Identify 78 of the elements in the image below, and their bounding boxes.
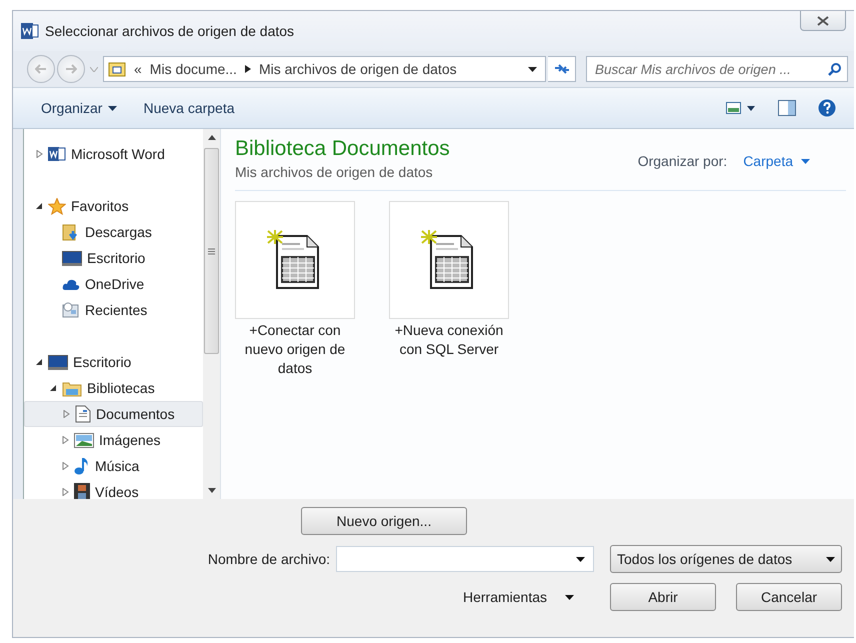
tree-item[interactable]: Escritorio xyxy=(24,245,203,271)
file-thumbnail[interactable] xyxy=(235,201,355,319)
dropdown-arrow-icon xyxy=(826,556,835,562)
tree-item[interactable]: Música xyxy=(24,453,203,479)
tree-item[interactable]: Escritorio xyxy=(24,349,203,375)
tree-item[interactable]: Documentos xyxy=(24,401,203,427)
monitor-icon xyxy=(48,354,68,370)
library-subtitle: Mis archivos de origen de datos xyxy=(235,164,434,180)
file-thumbnail[interactable] xyxy=(389,201,509,319)
file-type-dropdown[interactable]: Todos los orígenes de datos xyxy=(610,545,842,573)
refresh-button[interactable] xyxy=(548,56,576,82)
arrange-by-label: Organizar por: xyxy=(638,153,728,169)
expanded-arrow-icon[interactable] xyxy=(36,358,43,366)
address-bar[interactable]: « Mis docume... Mis archivos de origen de datos xyxy=(103,56,546,82)
collapsed-arrow-icon[interactable] xyxy=(63,410,70,418)
tree-item[interactable]: Recientes xyxy=(24,297,203,323)
window-title: Seleccionar archivos de origen de datos xyxy=(45,23,294,39)
open-button[interactable]: Abrir xyxy=(610,583,716,611)
dropdown-arrow-icon xyxy=(576,556,585,562)
expanded-arrow-icon[interactable] xyxy=(50,384,57,392)
tree-item[interactable]: Imágenes xyxy=(24,427,203,453)
caret-icon xyxy=(108,106,118,110)
file-name-label: Nombre de archivo: xyxy=(208,551,330,567)
tools-menu-button[interactable]: Herramientas xyxy=(456,588,580,606)
organize-menu-button[interactable]: Organizar xyxy=(35,96,124,120)
collapsed-arrow-icon[interactable] xyxy=(62,462,69,470)
tree-item[interactable]: Bibliotecas xyxy=(24,375,203,401)
cloud-icon xyxy=(62,278,80,290)
close-button[interactable] xyxy=(800,11,846,31)
scrollbar-thumb[interactable] xyxy=(204,148,219,354)
film-icon xyxy=(74,483,90,499)
preview-pane-icon xyxy=(778,100,796,116)
caret-icon xyxy=(801,158,810,164)
library-folder-icon xyxy=(62,380,82,396)
document-icon xyxy=(75,405,91,423)
view-icon xyxy=(726,102,756,114)
tree-item[interactable]: OneDrive xyxy=(24,271,203,297)
tree-item[interactable]: Descargas xyxy=(24,219,203,245)
download-folder-icon xyxy=(62,224,80,240)
search-icon xyxy=(828,62,841,76)
scroll-up-icon[interactable] xyxy=(208,135,216,140)
tree-item[interactable]: Microsoft Word xyxy=(24,141,203,167)
arrange-by-dropdown[interactable]: Carpeta xyxy=(737,149,816,173)
library-title: Biblioteca Documentos xyxy=(235,137,450,161)
image-icon xyxy=(74,432,94,448)
star-icon xyxy=(48,198,66,214)
file-label[interactable]: +Nueva conexión con SQL Server xyxy=(387,321,511,359)
expanded-arrow-icon[interactable] xyxy=(36,202,43,210)
refresh-arrows-icon xyxy=(554,62,570,76)
tree-item[interactable]: Favoritos xyxy=(24,193,203,219)
monitor-icon xyxy=(62,250,82,266)
music-note-icon xyxy=(74,457,90,475)
file-name-field[interactable] xyxy=(336,546,594,572)
scroll-down-icon[interactable] xyxy=(208,488,216,493)
dropdown-arrow-icon[interactable] xyxy=(528,66,537,72)
new-folder-button[interactable]: Nueva carpeta xyxy=(137,96,241,120)
recent-items-icon xyxy=(62,302,80,318)
help-icon xyxy=(818,99,836,117)
cancel-button[interactable]: Cancelar xyxy=(736,583,842,611)
folder-icon xyxy=(108,61,126,77)
collapsed-arrow-icon[interactable] xyxy=(62,436,69,444)
breadcrumb-overflow[interactable]: « xyxy=(134,61,142,77)
collapsed-arrow-icon[interactable] xyxy=(36,150,43,158)
left-arrow-icon xyxy=(35,64,47,74)
search-field[interactable]: Buscar Mis archivos de origen ... xyxy=(586,56,848,82)
new-source-button[interactable]: Nuevo origen... xyxy=(301,507,467,535)
word-icon xyxy=(21,22,39,40)
chevron-icon[interactable] xyxy=(244,65,251,73)
file-label[interactable]: +Conectar con nuevo origen de datos xyxy=(233,321,357,378)
breadcrumb-item[interactable]: Mis docume... xyxy=(150,61,237,77)
breadcrumb-item[interactable]: Mis archivos de origen de datos xyxy=(258,61,457,77)
scrollbar[interactable] xyxy=(203,129,220,499)
right-arrow-icon xyxy=(65,64,77,74)
word-icon xyxy=(48,146,66,162)
grip-icon xyxy=(208,248,215,254)
collapsed-arrow-icon[interactable] xyxy=(62,488,69,496)
close-icon xyxy=(817,16,829,26)
caret-icon xyxy=(565,594,574,600)
